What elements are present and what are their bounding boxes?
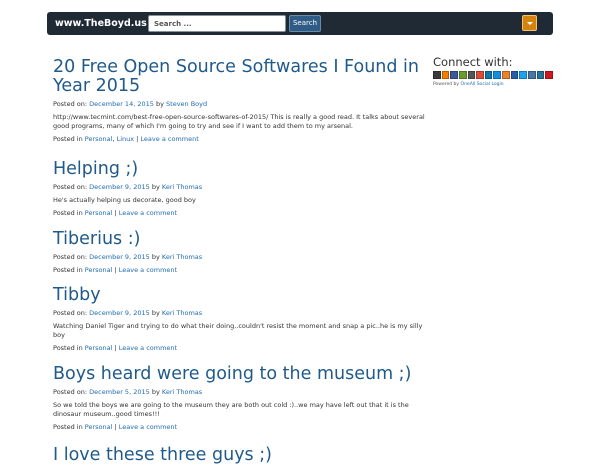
sidebar: Connect with: Powered by OneAll Social L…	[433, 56, 553, 88]
foursquare-icon[interactable]	[458, 71, 467, 79]
blogger-icon[interactable]	[441, 71, 450, 79]
post-author-link[interactable]: Keri Thomas	[162, 253, 202, 261]
post-meta: Posted on: December 14, 2015 by Steven B…	[53, 100, 425, 109]
post-date-link[interactable]: December 9, 2015	[89, 183, 150, 191]
leave-comment-link[interactable]: Leave a comment	[119, 209, 177, 217]
posted-on-label: Posted on:	[53, 100, 88, 108]
post-footer: Posted in Personal | Leave a comment	[53, 344, 178, 352]
post-title-link[interactable]: Tibby	[53, 286, 425, 305]
wordpress-icon[interactable]	[536, 71, 545, 79]
by-label: by	[151, 253, 160, 261]
category-link[interactable]: Personal	[85, 209, 113, 217]
youtube-icon[interactable]	[545, 71, 553, 79]
post-footer: Posted in Personal | Leave a comment	[53, 423, 178, 431]
post-excerpt: He's actually helping us decorate, good …	[53, 196, 196, 204]
category-link[interactable]: Personal	[85, 135, 113, 143]
posted-in-label: Posted in	[53, 423, 83, 431]
posts-list: 20 Free Open Source Softwares I Found in…	[53, 46, 425, 465]
odnoklassniki-icon[interactable]	[502, 71, 510, 79]
facebook-icon[interactable]	[450, 71, 458, 79]
powered-by-prefix: Powered by	[433, 82, 460, 87]
search-button[interactable]: Search	[289, 15, 321, 32]
post-entry: Boys heard were going to the museum ;) Po…	[53, 365, 425, 432]
post-footer: Posted in Personal | Leave a comment	[53, 209, 178, 217]
post-entry: Tiberius :) Posted on: December 9, 2015 b…	[53, 230, 425, 275]
posted-in-label: Posted in	[53, 135, 83, 143]
connect-widget-title: Connect with:	[433, 55, 513, 69]
category-link[interactable]: Personal	[85, 266, 113, 274]
post-date-link[interactable]: December 9, 2015	[89, 309, 150, 317]
search-input[interactable]	[148, 15, 286, 32]
leave-comment-link[interactable]: Leave a comment	[119, 266, 177, 274]
mailru-icon[interactable]	[493, 71, 502, 79]
post-date-link[interactable]: December 5, 2015	[89, 388, 150, 396]
post-footer: Posted in Personal, Linux | Leave a comm…	[53, 135, 199, 143]
post-meta: Posted on: December 9, 2015 by Keri Thom…	[53, 183, 425, 192]
post-author-link[interactable]: Keri Thomas	[162, 388, 202, 396]
posted-on-label: Posted on:	[53, 253, 88, 261]
vkontakte-icon[interactable]	[528, 71, 536, 79]
category-link[interactable]: Linux	[117, 135, 135, 143]
post-meta: Posted on: December 9, 2015 by Keri Thom…	[53, 253, 425, 262]
google-icon[interactable]	[476, 71, 484, 79]
post-author-link[interactable]: Steven Boyd	[166, 100, 207, 108]
post-entry: Helping ;) Posted on: December 9, 2015 by…	[53, 160, 425, 218]
post-title-link[interactable]: I love these three guys ;)	[53, 446, 425, 465]
posted-on-label: Posted on:	[53, 183, 88, 191]
leave-comment-link[interactable]: Leave a comment	[119, 423, 177, 431]
post-excerpt: Watching Daniel Tiger and trying to do w…	[53, 322, 423, 339]
social-login-icons	[433, 71, 553, 79]
leave-comment-link[interactable]: Leave a comment	[140, 135, 198, 143]
posted-on-label: Posted on:	[53, 309, 88, 317]
post-entry: Tibby Posted on: December 9, 2015 by Keri…	[53, 286, 425, 353]
site-brand-link[interactable]: www.TheBoyd.us	[55, 12, 147, 35]
twitter-icon[interactable]	[519, 71, 528, 79]
post-author-link[interactable]: Keri Thomas	[162, 183, 202, 191]
paypal-icon[interactable]	[510, 71, 519, 79]
post-title-link[interactable]: 20 Free Open Source Softwares I Found in…	[53, 58, 425, 96]
linkedin-icon[interactable]	[484, 71, 493, 79]
top-navbar: www.TheBoyd.us Search	[47, 12, 553, 35]
post-excerpt: So we told the boys we are going to the …	[53, 401, 409, 418]
category-link[interactable]: Personal	[85, 344, 113, 352]
posted-on-label: Posted on:	[53, 388, 88, 396]
post-date-link[interactable]: December 14, 2015	[89, 100, 154, 108]
posted-in-label: Posted in	[53, 209, 83, 217]
posted-in-label: Posted in	[53, 266, 83, 274]
post-title-link[interactable]: Boys heard were going to the museum ;)	[53, 365, 425, 384]
by-label: by	[155, 100, 164, 108]
caret-down-icon	[527, 22, 533, 25]
by-label: by	[151, 183, 160, 191]
post-entry: 20 Free Open Source Softwares I Found in…	[53, 58, 425, 144]
amazon-icon[interactable]	[433, 71, 441, 79]
category-link[interactable]: Personal	[85, 423, 113, 431]
post-entry: I love these three guys ;)	[53, 446, 425, 465]
powered-by-text: Powered by OneAll Social Login	[433, 82, 553, 88]
by-label: by	[151, 388, 160, 396]
leave-comment-link[interactable]: Leave a comment	[119, 344, 177, 352]
post-author-link[interactable]: Keri Thomas	[162, 309, 202, 317]
menu-toggle-button[interactable]	[522, 15, 537, 31]
post-meta: Posted on: December 9, 2015 by Keri Thom…	[53, 309, 425, 318]
post-date-link[interactable]: December 9, 2015	[89, 253, 150, 261]
github-icon[interactable]	[467, 71, 476, 79]
post-meta: Posted on: December 5, 2015 by Keri Thom…	[53, 388, 425, 397]
posted-in-label: Posted in	[53, 344, 83, 352]
by-label: by	[151, 309, 160, 317]
post-title-link[interactable]: Tiberius :)	[53, 230, 425, 249]
post-title-link[interactable]: Helping ;)	[53, 160, 425, 179]
post-footer: Posted in Personal | Leave a comment	[53, 266, 178, 274]
powered-by-link[interactable]: OneAll Social Login	[461, 82, 504, 87]
post-excerpt: http://www.tecmint.com/best-free-open-so…	[53, 113, 425, 130]
